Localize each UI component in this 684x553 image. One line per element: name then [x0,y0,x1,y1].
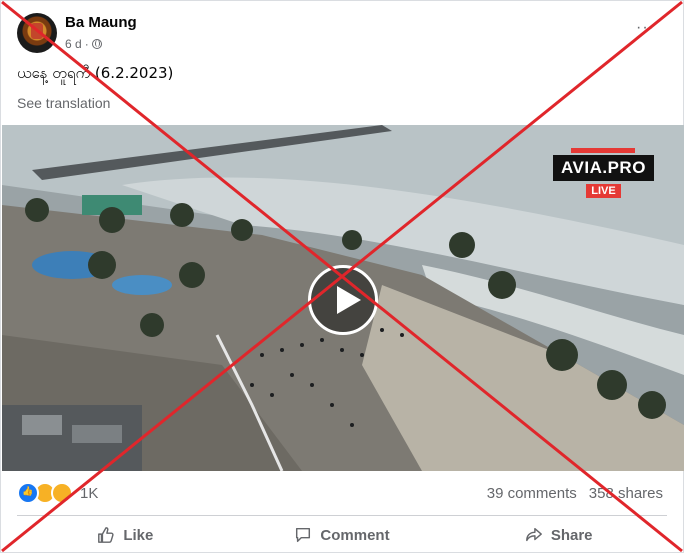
comment-button[interactable]: Comment [234,517,451,553]
more-options-icon[interactable]: ··· [636,19,655,37]
watermark-name: AVIA.PRO [553,155,654,181]
globe-icon [91,39,102,49]
comments-count[interactable]: 39 comments [487,485,577,502]
comment-icon [296,527,311,543]
reaction-count: 1K [80,484,99,502]
engagement-stats: 39 comments 358 shares [487,485,663,502]
video-watermark: AVIA.PRO LIVE [553,148,654,199]
sad-reaction-icon [51,482,73,504]
facebook-post: Ba Maung 6 d · ··· ယနေ့ တူရကီ (6.2.2023)… [0,0,684,553]
like-button[interactable]: Like [17,517,234,553]
post-caption: ယနေ့ တူရကီ (6.2.2023) [17,64,174,82]
share-label: Share [550,526,593,544]
play-button-icon[interactable] [308,265,378,335]
see-translation-link[interactable]: See translation [17,95,110,111]
video-player[interactable]: AVIA.PRO LIVE [2,125,684,471]
post-meta: 6 d · [65,37,102,51]
reactions-summary[interactable]: 1K [17,482,98,504]
action-divider [17,515,667,516]
like-label: Like [123,526,154,544]
watermark-live: LIVE [586,184,621,198]
author-avatar[interactable] [17,13,57,53]
share-icon [525,527,542,542]
share-button[interactable]: Share [450,517,667,553]
author-name[interactable]: Ba Maung [65,14,137,31]
shares-count[interactable]: 358 shares [589,485,663,502]
like-reaction-icon [17,482,39,504]
thumbs-up-icon [98,527,114,543]
post-time[interactable]: 6 d [65,37,82,51]
post-actions: Like Comment Share [17,517,667,553]
comment-label: Comment [320,526,390,544]
